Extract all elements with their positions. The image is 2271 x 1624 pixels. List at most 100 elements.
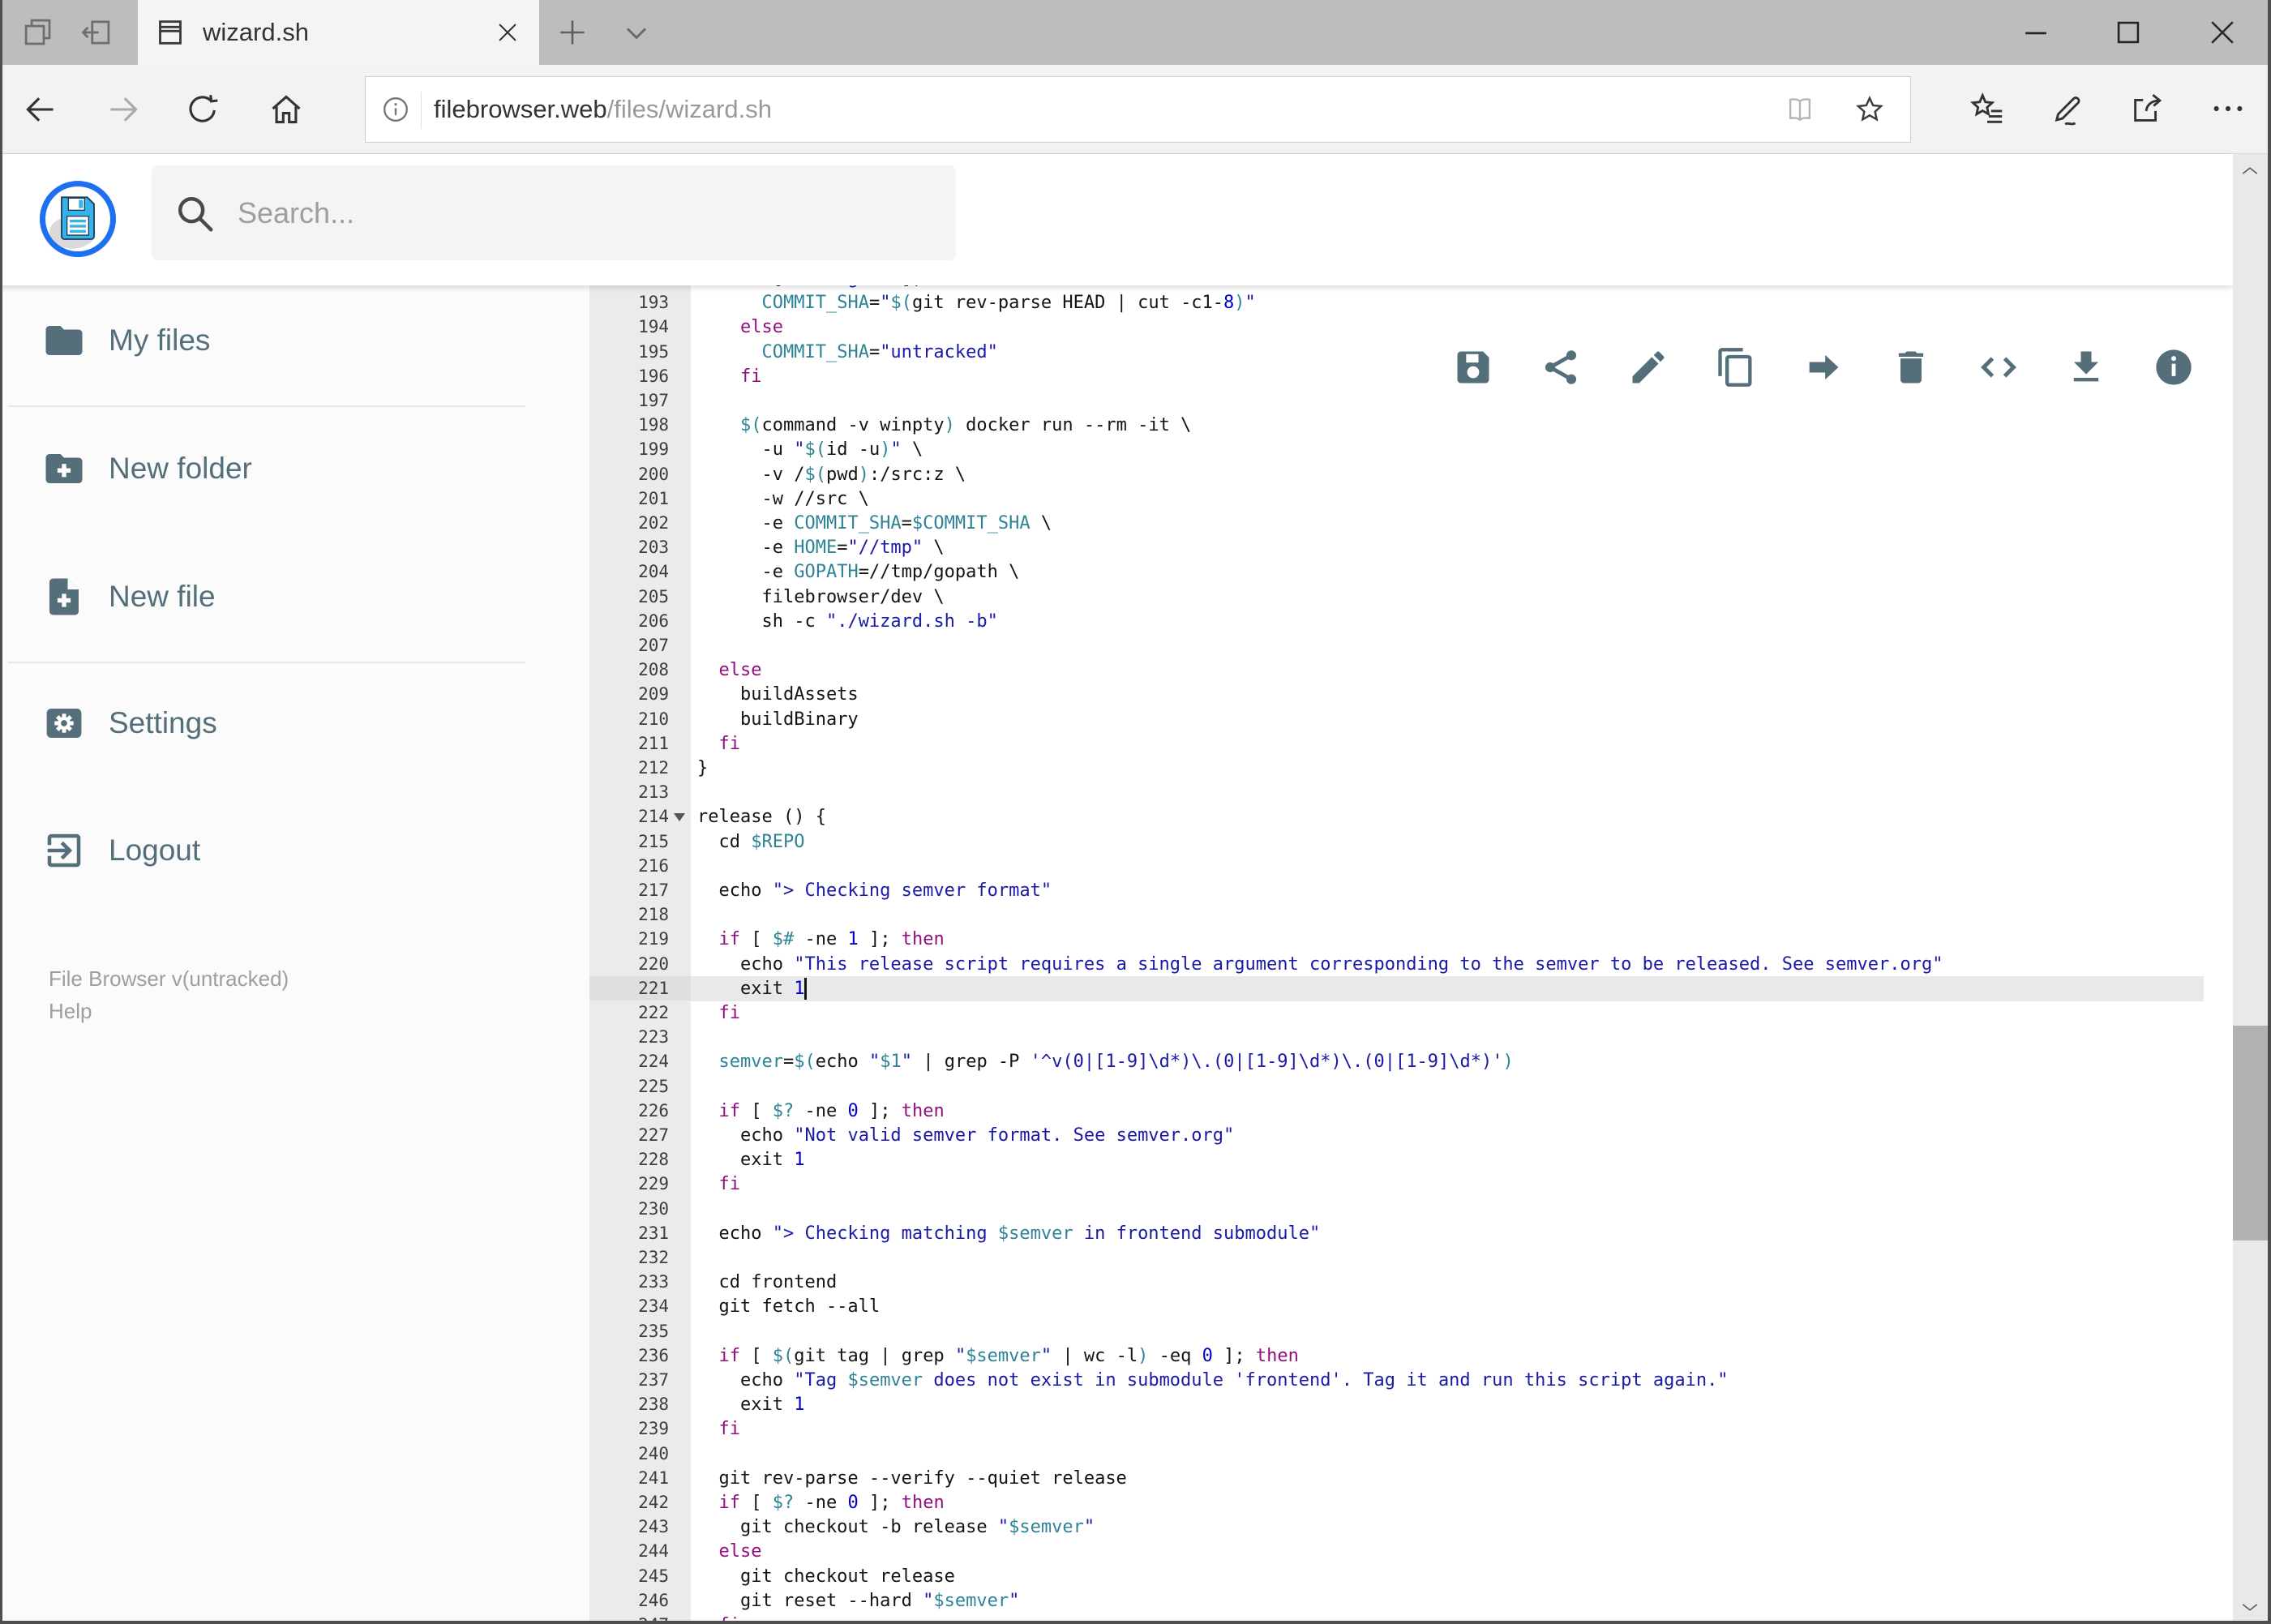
code-line[interactable]: 239 fi	[589, 1416, 2233, 1442]
back-icon[interactable]	[23, 92, 58, 127]
refresh-icon[interactable]	[185, 92, 221, 127]
sidebar-item-new-file[interactable]: New file	[0, 568, 551, 626]
code-line[interactable]: 244 else	[589, 1539, 2233, 1565]
code-line[interactable]: 214 release () {	[589, 804, 2233, 830]
reading-view-icon[interactable]	[1785, 94, 1815, 125]
save-button[interactable]	[1452, 346, 1494, 388]
code-line[interactable]: 237 echo "Tag $semver does not exist in …	[589, 1368, 2233, 1393]
scroll-down-icon[interactable]	[2238, 1595, 2262, 1619]
maximize-button[interactable]	[2110, 15, 2146, 50]
code-line[interactable]: 206 sh -c "./wizard.sh -b"	[589, 608, 2233, 634]
delete-button[interactable]	[1890, 346, 1932, 388]
code-line[interactable]: 211 fi	[589, 731, 2233, 756]
code-line[interactable]: 207	[589, 633, 2233, 658]
page-scrollbar[interactable]	[2233, 154, 2268, 1624]
tab-close-icon[interactable]	[494, 19, 521, 46]
code-line[interactable]: 230	[589, 1196, 2233, 1222]
tab-preview-icon[interactable]	[21, 15, 55, 49]
code-line[interactable]: 199 -u "$(id -u)" \	[589, 437, 2233, 463]
code-line[interactable]: 218	[589, 902, 2233, 928]
favorite-star-icon[interactable]	[1853, 93, 1886, 126]
code-line-text: cd frontend	[697, 1272, 838, 1293]
scroll-up-icon[interactable]	[2238, 159, 2262, 183]
code-line[interactable]: 222 fi	[589, 1001, 2233, 1026]
share-button[interactable]	[1540, 346, 1582, 388]
code-button[interactable]	[1977, 346, 2020, 388]
info-button[interactable]	[2153, 346, 2195, 388]
forward-icon[interactable]	[105, 92, 141, 127]
sidebar-item-my-files[interactable]: My files	[0, 311, 551, 370]
code-line[interactable]: 210 buildBinary	[589, 706, 2233, 732]
code-line[interactable]: 217 echo "> Checking semver format"	[589, 878, 2233, 903]
code-line[interactable]: 240	[589, 1441, 2233, 1467]
tabs-aside-icon[interactable]	[79, 15, 114, 49]
tab-list-chevron-icon[interactable]	[619, 15, 654, 50]
code-line[interactable]: 224 semver=$(echo "$1" | grep -P '^v(0|[…	[589, 1049, 2233, 1075]
code-line[interactable]: 216	[589, 853, 2233, 879]
code-line[interactable]: 243 git checkout -b release "$semver"	[589, 1515, 2233, 1540]
code-line[interactable]: 197	[589, 388, 2233, 413]
code-line[interactable]: 208 else	[589, 658, 2233, 683]
code-line[interactable]: 193 COMMIT_SHA="$(git rev-parse HEAD | c…	[589, 290, 2233, 316]
download-button[interactable]	[2065, 346, 2107, 388]
code-line[interactable]: 245 git checkout release	[589, 1563, 2233, 1589]
code-line[interactable]: 219 if [ $# -ne 1 ]; then	[589, 927, 2233, 953]
annotate-pen-icon[interactable]	[2050, 90, 2087, 127]
sidebar-item-settings[interactable]: Settings	[0, 694, 551, 752]
code-line[interactable]: 231 echo "> Checking matching $semver in…	[589, 1220, 2233, 1246]
code-line[interactable]: 220 echo "This release script requires a…	[589, 951, 2233, 977]
code-line[interactable]: 226 if [ $? -ne 0 ]; then	[589, 1098, 2233, 1124]
line-number: 230	[589, 1196, 691, 1222]
code-line[interactable]: 194 else	[589, 315, 2233, 341]
move-button[interactable]	[1802, 346, 1845, 388]
code-line[interactable]: 213	[589, 780, 2233, 806]
favorites-hub-icon[interactable]	[1969, 90, 2006, 127]
code-line[interactable]: 246 git reset --hard "$semver"	[589, 1588, 2233, 1613]
code-line[interactable]: 234 git fetch --all	[589, 1294, 2233, 1320]
sidebar-item-logout[interactable]: Logout	[0, 821, 551, 880]
home-icon[interactable]	[268, 92, 304, 127]
minimize-button[interactable]	[2018, 15, 2054, 50]
code-line[interactable]: 209 buildAssets	[589, 682, 2233, 708]
new-tab-button[interactable]	[555, 15, 590, 50]
code-line[interactable]: 203 -e HOME="//tmp" \	[589, 535, 2233, 561]
code-line[interactable]: 223	[589, 1025, 2233, 1051]
code-line[interactable]: 204 -e GOPATH=//tmp/gopath \	[589, 559, 2233, 585]
code-line[interactable]: 233 cd frontend	[589, 1270, 2233, 1296]
copy-icon	[1715, 346, 1757, 388]
code-line[interactable]: 238 exit 1	[589, 1392, 2233, 1418]
code-line[interactable]: 232	[589, 1245, 2233, 1270]
share-page-icon[interactable]	[2128, 90, 2166, 127]
fold-arrow-icon[interactable]	[674, 813, 685, 822]
scrollbar-thumb[interactable]	[2233, 1026, 2268, 1240]
edit-button[interactable]	[1627, 346, 1669, 388]
code-line[interactable]: 202 -e COMMIT_SHA=$COMMIT_SHA \	[589, 511, 2233, 536]
browser-tab[interactable]: wizard.sh	[138, 0, 539, 65]
site-info-icon[interactable]	[380, 94, 411, 125]
copy-button[interactable]	[1715, 346, 1757, 388]
code-line[interactable]: 225	[589, 1073, 2233, 1099]
sidebar-divider	[8, 405, 525, 407]
code-line[interactable]: 235	[589, 1318, 2233, 1344]
code-line[interactable]: 201 -w //src \	[589, 486, 2233, 512]
code-line[interactable]: 212}	[589, 756, 2233, 781]
help-link[interactable]: Help	[49, 999, 92, 1024]
code-editor[interactable]: 192 if [ -d ".git" ]; then193 COMMIT_SHA…	[589, 285, 2233, 1624]
more-options-icon[interactable]	[2209, 90, 2247, 127]
line-number: 235	[589, 1318, 691, 1344]
code-line[interactable]: 215 cd $REPO	[589, 829, 2233, 855]
code-line[interactable]: 205 filebrowser/dev \	[589, 584, 2233, 610]
code-line[interactable]: 242 if [ $? -ne 0 ]; then	[589, 1490, 2233, 1515]
sidebar-item-new-folder[interactable]: New folder	[0, 439, 551, 498]
code-line[interactable]: 198 $(command -v winpty) docker run --rm…	[589, 413, 2233, 439]
code-line[interactable]: 227 echo "Not valid semver format. See s…	[589, 1123, 2233, 1148]
url-bar[interactable]: filebrowser.web/files/wizard.sh	[365, 76, 1911, 143]
code-line[interactable]: 228 exit 1	[589, 1147, 2233, 1173]
line-number: 240	[589, 1441, 691, 1467]
code-line[interactable]: 229 fi	[589, 1172, 2233, 1198]
code-line[interactable]: 221 exit 1	[589, 975, 2233, 1001]
code-line[interactable]: 236 if [ $(git tag | grep "$semver" | wc…	[589, 1343, 2233, 1369]
code-line[interactable]: 200 -v /$(pwd):/src:z \	[589, 461, 2233, 487]
code-line[interactable]: 241 git rev-parse --verify --quiet relea…	[589, 1465, 2233, 1491]
window-close-button[interactable]	[2205, 15, 2240, 50]
